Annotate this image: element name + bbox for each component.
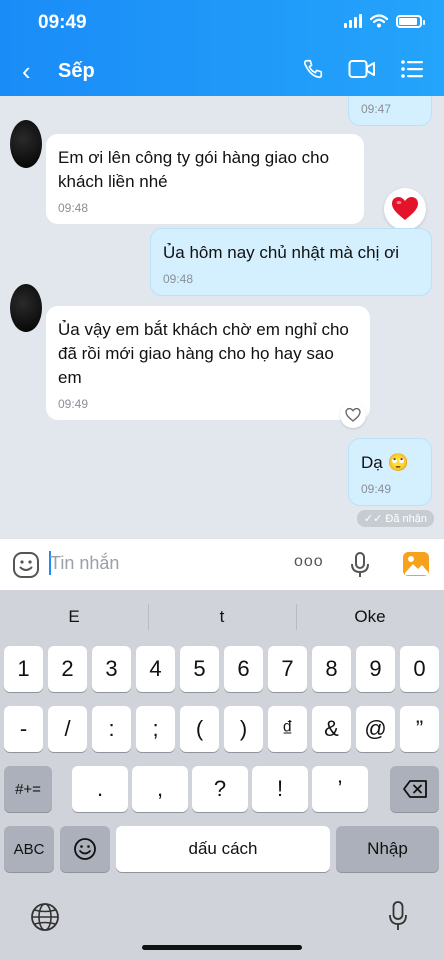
message-time: 09:49 xyxy=(361,482,392,496)
enter-key[interactable]: Nhập xyxy=(336,826,439,872)
video-call-icon[interactable] xyxy=(348,58,376,80)
image-picker-icon[interactable] xyxy=(402,551,430,577)
signal-icon xyxy=(344,14,362,28)
microphone-icon[interactable] xyxy=(350,551,370,579)
key-1[interactable]: 1 xyxy=(4,646,43,692)
key-4[interactable]: 4 xyxy=(136,646,175,692)
suggestion-item[interactable]: t xyxy=(148,590,296,644)
avatar[interactable] xyxy=(10,120,42,168)
message-time: 09:49 xyxy=(58,397,89,411)
key-colon[interactable]: : xyxy=(92,706,131,752)
avatar[interactable] xyxy=(10,284,42,332)
key-period[interactable]: . xyxy=(72,766,128,812)
emoji-icon xyxy=(74,838,96,860)
key-6[interactable]: 6 xyxy=(224,646,263,692)
chat-area[interactable]: 09:47 Em ơi lên công ty gói hàng giao ch… xyxy=(0,96,444,538)
heart-reaction[interactable] xyxy=(384,188,426,230)
dictation-icon[interactable] xyxy=(388,900,408,932)
suggestion-item[interactable]: Oke xyxy=(296,590,444,644)
chat-title[interactable]: Sếp xyxy=(58,60,95,83)
message-bubble-outgoing[interactable]: Ủa hôm nay chủ nhật mà chị ơi 09:48 xyxy=(150,228,432,296)
key-9[interactable]: 9 xyxy=(356,646,395,692)
back-button[interactable]: ‹ xyxy=(22,58,31,84)
key-0[interactable]: 0 xyxy=(400,646,439,692)
abc-key[interactable]: ABC xyxy=(4,826,54,872)
message-text: Em ơi lên công ty gói hàng giao cho khác… xyxy=(58,148,330,191)
key-2[interactable]: 2 xyxy=(48,646,87,692)
menu-list-icon[interactable] xyxy=(400,58,424,80)
key-at[interactable]: @ xyxy=(356,706,395,752)
backspace-key[interactable] xyxy=(390,766,439,812)
suggestion-item[interactable]: E xyxy=(0,590,148,644)
message-bubble-incoming[interactable]: Ủa vậy em bắt khách chờ em nghỉ cho đã r… xyxy=(46,306,370,420)
keyboard: E t Oke 1 2 3 4 5 6 7 8 9 0 - / : ; ( ) … xyxy=(0,590,444,960)
key-3[interactable]: 3 xyxy=(92,646,131,692)
phone-icon[interactable] xyxy=(302,58,324,80)
globe-icon[interactable] xyxy=(30,902,60,932)
add-reaction-button[interactable] xyxy=(340,402,366,428)
message-input[interactable]: Tin nhắn xyxy=(50,553,119,574)
message-time: 09:47 xyxy=(361,102,392,116)
key-exclamation[interactable]: ! xyxy=(252,766,308,812)
home-indicator xyxy=(142,945,302,950)
battery-icon xyxy=(396,14,425,28)
key-5[interactable]: 5 xyxy=(180,646,219,692)
sticker-icon[interactable] xyxy=(12,551,40,579)
backspace-icon xyxy=(402,780,427,798)
more-options-icon[interactable]: ooo xyxy=(294,553,324,571)
key-question[interactable]: ? xyxy=(192,766,248,812)
message-input-bar: Tin nhắn ooo xyxy=(0,538,444,590)
status-icons xyxy=(344,14,425,28)
key-comma[interactable]: , xyxy=(132,766,188,812)
space-key[interactable]: dấu cách xyxy=(116,826,330,872)
delivered-status: ✓✓ Đã nhận xyxy=(356,510,434,527)
key-ampersand[interactable]: & xyxy=(312,706,351,752)
message-text: Ủa hôm nay chủ nhật mà chị ơi xyxy=(163,243,400,262)
chat-header: 09:49 ‹ Sếp xyxy=(0,0,444,96)
status-time: 09:49 xyxy=(38,12,87,33)
message-text: Dạ 🙄 xyxy=(361,453,409,472)
wifi-icon xyxy=(370,14,388,28)
message-text: Ủa vậy em bắt khách chờ em nghỉ cho đã r… xyxy=(58,320,349,387)
key-8[interactable]: 8 xyxy=(312,646,351,692)
key-apostrophe[interactable]: ’ xyxy=(312,766,368,812)
key-dong[interactable]: ₫ xyxy=(268,706,307,752)
message-bubble-outgoing[interactable]: 09:47 xyxy=(348,96,432,126)
key-quote[interactable]: ” xyxy=(400,706,439,752)
message-bubble-incoming[interactable]: Em ơi lên công ty gói hàng giao cho khác… xyxy=(46,134,364,224)
key-open-paren[interactable]: ( xyxy=(180,706,219,752)
message-bubble-outgoing[interactable]: Dạ 🙄 09:49 xyxy=(348,438,432,506)
key-7[interactable]: 7 xyxy=(268,646,307,692)
message-time: 09:48 xyxy=(58,201,89,215)
key-more-symbols[interactable]: #+= xyxy=(4,766,52,812)
suggestion-bar: E t Oke xyxy=(0,590,444,644)
key-semicolon[interactable]: ; xyxy=(136,706,175,752)
emoji-key[interactable] xyxy=(60,826,110,872)
key-dash[interactable]: - xyxy=(4,706,43,752)
heart-icon xyxy=(392,197,418,220)
key-slash[interactable]: / xyxy=(48,706,87,752)
message-time: 09:48 xyxy=(163,272,194,286)
key-close-paren[interactable]: ) xyxy=(224,706,263,752)
heart-outline-icon xyxy=(345,408,361,422)
